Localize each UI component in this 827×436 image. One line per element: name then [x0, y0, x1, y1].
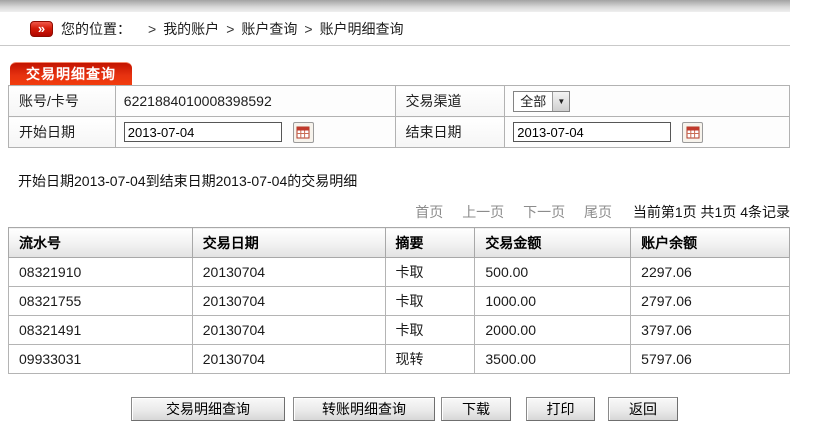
pagination-prev-link[interactable]: 上一页: [462, 204, 504, 220]
tab-transaction-detail-query[interactable]: 交易明细查询: [10, 62, 132, 85]
cell-transaction-amount: 500.00: [475, 258, 631, 287]
table-header-row: 流水号 交易日期 摘要 交易金额 账户余额: [9, 228, 790, 258]
breadcrumb-item-my-accounts[interactable]: 我的账户: [163, 19, 219, 39]
start-date-label: 开始日期: [9, 117, 116, 148]
query-form: 账号/卡号 6221884010008398592 交易渠道 全部 ▼ 开始日期: [8, 85, 790, 148]
transfer-detail-query-button[interactable]: 转账明细查询: [293, 397, 435, 421]
calendar-icon: [296, 125, 310, 139]
breadcrumb-separator: >: [148, 21, 156, 37]
header-serial-number: 流水号: [9, 228, 193, 258]
cell-account-balance: 2297.06: [631, 258, 790, 287]
cell-account-balance: 2797.06: [631, 287, 790, 316]
header-transaction-amount: 交易金额: [475, 228, 631, 258]
cell-summary: 现转: [385, 345, 475, 374]
end-date-label: 结束日期: [395, 117, 505, 148]
main-content: 交易明细查询 账号/卡号 6221884010008398592 交易渠道 全部…: [8, 46, 790, 421]
cell-transaction-date: 20130704: [192, 258, 385, 287]
cell-account-balance: 3797.06: [631, 316, 790, 345]
pagination-first-link[interactable]: 首页: [415, 204, 443, 220]
pagination: 首页 上一页 下一页 尾页 当前第1页 共1页 4条记录: [8, 202, 790, 222]
end-date-calendar-button[interactable]: [682, 122, 703, 143]
channel-select-value: 全部: [514, 92, 552, 111]
calendar-icon: [686, 125, 700, 139]
breadcrumb-separator: >: [226, 21, 234, 37]
table-row: 0832175520130704卡取1000.002797.06: [9, 287, 790, 316]
end-date-input[interactable]: [513, 122, 671, 142]
account-detail-page: » 您的位置： > 我的账户 > 账户查询 > 账户明细查询 交易明细查询 账号…: [0, 0, 827, 436]
pagination-next-link[interactable]: 下一页: [523, 204, 565, 220]
transaction-detail-query-button[interactable]: 交易明细查询: [131, 397, 285, 421]
cell-serial-number: 08321491: [9, 316, 193, 345]
cell-serial-number: 08321910: [9, 258, 193, 287]
cell-transaction-date: 20130704: [192, 345, 385, 374]
pagination-status: 当前第1页 共1页 4条记录: [633, 204, 790, 220]
channel-label: 交易渠道: [395, 86, 505, 117]
cell-account-balance: 5797.06: [631, 345, 790, 374]
cell-transaction-amount: 1000.00: [475, 287, 631, 316]
header-summary: 摘要: [385, 228, 475, 258]
print-button[interactable]: 打印: [526, 397, 595, 421]
cell-serial-number: 09933031: [9, 345, 193, 374]
start-date-calendar-button[interactable]: [293, 122, 314, 143]
transactions-table: 流水号 交易日期 摘要 交易金额 账户余额 0832191020130704卡取…: [8, 227, 790, 374]
table-row: 0832149120130704卡取2000.003797.06: [9, 316, 790, 345]
cell-transaction-amount: 3500.00: [475, 345, 631, 374]
table-row: 0832191020130704卡取500.002297.06: [9, 258, 790, 287]
breadcrumb-item-account-detail-query: 账户明细查询: [320, 19, 404, 39]
cell-summary: 卡取: [385, 316, 475, 345]
transactions-tbody: 0832191020130704卡取500.002297.06083217552…: [9, 258, 790, 374]
chevron-down-icon: ▼: [552, 92, 569, 111]
cell-summary: 卡取: [385, 258, 475, 287]
account-number-value: 6221884010008398592: [115, 86, 395, 117]
result-summary-text: 开始日期2013-07-04到结束日期2013-07-04的交易明细: [18, 171, 790, 191]
breadcrumb-item-account-query[interactable]: 账户查询: [241, 19, 297, 39]
cell-summary: 卡取: [385, 287, 475, 316]
header-transaction-date: 交易日期: [192, 228, 385, 258]
pagination-last-link[interactable]: 尾页: [584, 204, 612, 220]
table-row: 0993303120130704现转3500.005797.06: [9, 345, 790, 374]
start-date-input[interactable]: [124, 122, 282, 142]
cell-transaction-date: 20130704: [192, 316, 385, 345]
action-buttons: 交易明细查询 转账明细查询 下载 打印 返回: [131, 397, 790, 421]
account-number-label: 账号/卡号: [9, 86, 116, 117]
header-account-balance: 账户余额: [631, 228, 790, 258]
cell-serial-number: 08321755: [9, 287, 193, 316]
breadcrumb: » 您的位置： > 我的账户 > 账户查询 > 账户明细查询: [0, 12, 790, 46]
cell-transaction-amount: 2000.00: [475, 316, 631, 345]
breadcrumb-prefix: 您的位置：: [61, 19, 131, 39]
top-header-strip: [0, 0, 790, 12]
cell-transaction-date: 20130704: [192, 287, 385, 316]
double-chevron-icon: »: [30, 21, 53, 37]
back-button[interactable]: 返回: [608, 397, 678, 421]
download-button[interactable]: 下载: [441, 397, 511, 421]
channel-select[interactable]: 全部 ▼: [513, 91, 570, 112]
breadcrumb-separator: >: [304, 21, 312, 37]
